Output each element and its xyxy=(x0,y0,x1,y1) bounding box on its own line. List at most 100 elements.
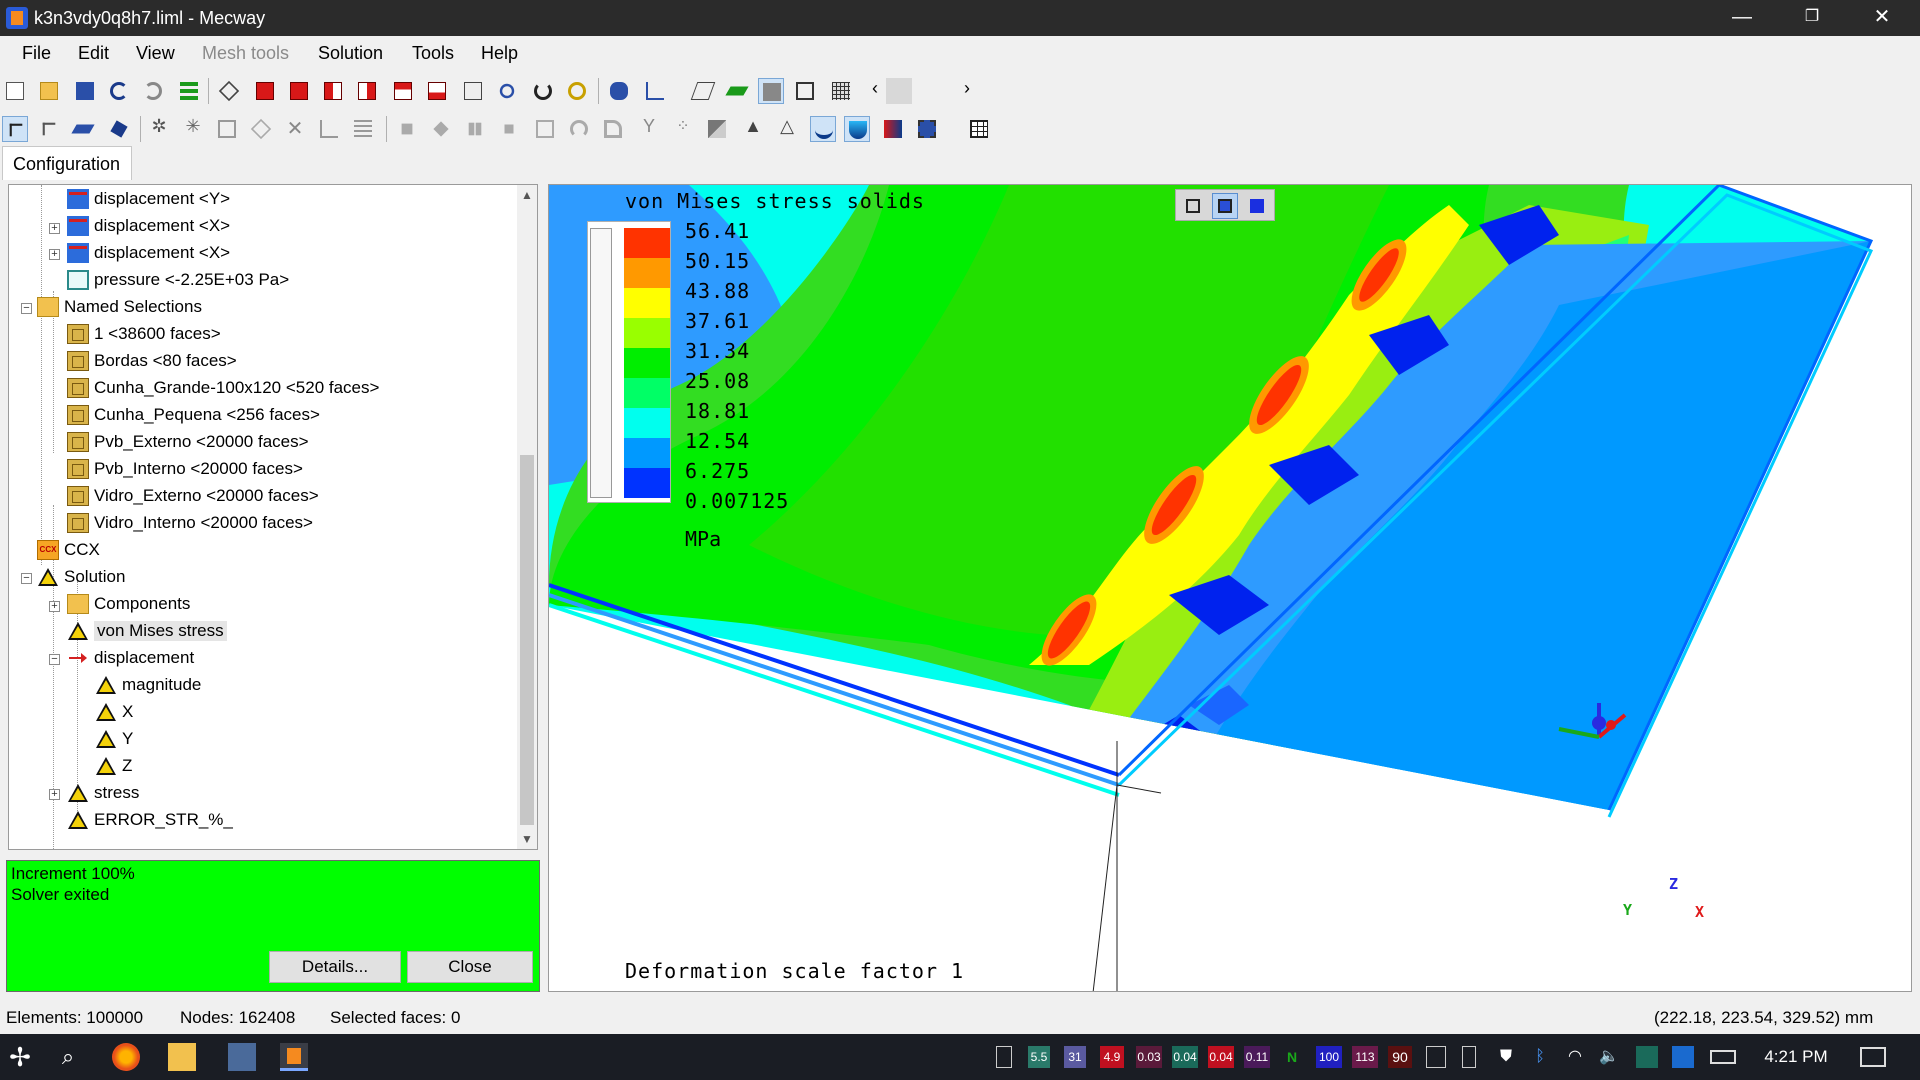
download-icon[interactable] xyxy=(1672,1046,1694,1068)
open-folder-icon[interactable] xyxy=(36,78,62,104)
tree-item-displacement-y[interactable]: displacement <Y> xyxy=(67,188,230,210)
tree-item-y[interactable]: Y xyxy=(95,728,133,750)
tree-item-bordas[interactable]: Bordas <80 faces> xyxy=(67,350,237,372)
shaded-edges-cube-icon[interactable] xyxy=(1212,193,1238,219)
scroll-up-icon[interactable]: ▲ xyxy=(517,185,537,205)
triangle-mesh-icon[interactable]: ▲ xyxy=(740,116,766,142)
tree-item-pvb-interno[interactable]: Pvb_Interno <20000 faces> xyxy=(67,458,303,480)
red-cube-top-icon[interactable] xyxy=(390,78,416,104)
firefox-icon[interactable] xyxy=(112,1043,140,1071)
tree-item-error-str[interactable]: ERROR_STR_%_ xyxy=(67,809,233,831)
menu-solution[interactable]: Solution xyxy=(318,43,383,64)
menu-help[interactable]: Help xyxy=(481,43,518,64)
tray-badge[interactable]: 0.04 xyxy=(1208,1046,1234,1068)
menu-view[interactable]: View xyxy=(136,43,175,64)
menu-file[interactable]: File xyxy=(22,43,51,64)
scroll-down-icon[interactable]: ▼ xyxy=(517,829,537,849)
mirror-icon[interactable] xyxy=(462,116,488,142)
tree-item-von-mises-stress[interactable]: von Mises stress xyxy=(67,620,227,642)
network-arrow-icon[interactable] xyxy=(1636,1046,1658,1068)
axes-dropdown-icon[interactable] xyxy=(642,78,668,104)
tray-badge[interactable]: 0.11 xyxy=(1244,1046,1270,1068)
start-icon[interactable]: ✢ xyxy=(6,1043,34,1071)
node-star-outline-icon[interactable]: ✳ xyxy=(180,116,206,142)
sweep-icon[interactable] xyxy=(350,116,376,142)
outline-cube-icon[interactable] xyxy=(792,78,818,104)
legend-slider-track[interactable] xyxy=(590,228,612,498)
expand-toggle[interactable]: + xyxy=(49,223,60,234)
layers-icon[interactable] xyxy=(176,78,202,104)
menu-edit[interactable]: Edit xyxy=(78,43,109,64)
node-star-icon[interactable]: ✲ xyxy=(146,116,172,142)
3d-viewport[interactable]: von Mises stress solids 56.41 50.15 43.8… xyxy=(548,184,1912,992)
select-node-icon[interactable] xyxy=(36,116,62,142)
zoom-icon[interactable] xyxy=(494,78,520,104)
collapse-toggle[interactable]: − xyxy=(49,654,60,665)
contour-bowl-icon[interactable] xyxy=(810,116,836,142)
tree-item-ccx[interactable]: CCX CCX xyxy=(37,539,100,561)
tree-item-displacement-x[interactable]: displacement <X> xyxy=(67,215,230,237)
close-window-button[interactable]: ✕ xyxy=(1852,0,1912,36)
select-face-icon[interactable] xyxy=(106,116,132,142)
battery-icon[interactable] xyxy=(1710,1050,1736,1064)
select-pointer-icon[interactable] xyxy=(2,116,28,142)
red-cube-left-icon[interactable] xyxy=(320,78,346,104)
bend-icon[interactable] xyxy=(600,116,626,142)
clip-plane-icon[interactable] xyxy=(690,78,716,104)
file-explorer-icon[interactable] xyxy=(168,1043,196,1071)
bluetooth-icon[interactable]: ᛒ xyxy=(1532,1046,1548,1068)
tray-badge[interactable]: 0.03 xyxy=(1136,1046,1162,1068)
collapse-toggle[interactable]: − xyxy=(21,573,32,584)
menu-mesh-tools[interactable]: Mesh tools xyxy=(202,43,289,64)
expand-toggle[interactable]: + xyxy=(49,789,60,800)
scale-icon[interactable] xyxy=(496,116,522,142)
tray-badge[interactable]: 0.04 xyxy=(1172,1046,1198,1068)
zoom-box-icon[interactable] xyxy=(460,78,486,104)
render-mode-icon[interactable] xyxy=(606,78,632,104)
tab-configuration[interactable]: Configuration xyxy=(2,146,132,180)
split-icon[interactable]: Y xyxy=(636,116,662,142)
tree-item-vidro-interno[interactable]: Vidro_Interno <20000 faces> xyxy=(67,512,313,534)
scroll-left-icon[interactable]: ‹ xyxy=(862,78,888,104)
usb-icon[interactable] xyxy=(1462,1046,1476,1068)
revolve-icon[interactable] xyxy=(566,116,592,142)
animation-icon[interactable] xyxy=(880,116,906,142)
select-edge-icon[interactable] xyxy=(70,116,96,142)
undo-icon[interactable] xyxy=(106,78,132,104)
taskbar-clock[interactable]: 4:21 PM xyxy=(1756,1046,1836,1068)
new-file-icon[interactable] xyxy=(2,78,28,104)
restore-button[interactable]: ❐ xyxy=(1782,0,1842,36)
zoom-fit-icon[interactable] xyxy=(564,78,590,104)
redo-icon[interactable] xyxy=(140,78,166,104)
tree-item-displacement-x-2[interactable]: displacement <X> xyxy=(67,242,230,264)
tree-item-x[interactable]: X xyxy=(95,701,133,723)
refine-icon[interactable] xyxy=(704,116,730,142)
table-icon[interactable] xyxy=(966,116,992,142)
tree-item-magnitude[interactable]: magnitude xyxy=(95,674,201,696)
mesh-cube-icon[interactable] xyxy=(828,78,854,104)
tree-item-solution[interactable]: Solution xyxy=(37,566,125,588)
tree-scrollbar[interactable]: ▲ ▼ xyxy=(517,185,537,849)
tray-badge[interactable]: N xyxy=(1282,1046,1302,1068)
tree-item-pressure[interactable]: pressure <-2.25E+03 Pa> xyxy=(67,269,289,291)
network-monitor-icon[interactable] xyxy=(1426,1046,1446,1068)
movie-icon[interactable] xyxy=(914,116,940,142)
box-icon[interactable] xyxy=(532,116,558,142)
wireframe-cube-icon[interactable] xyxy=(216,78,242,104)
collapse-toggle[interactable]: − xyxy=(21,303,32,314)
save-icon[interactable] xyxy=(72,78,98,104)
tray-badge[interactable]: 100 xyxy=(1316,1046,1342,1068)
wifi-icon[interactable]: ◠ xyxy=(1564,1046,1586,1068)
mecway-taskbar-icon[interactable] xyxy=(280,1043,308,1071)
square-icon[interactable] xyxy=(214,116,240,142)
triangle-outline-icon[interactable]: △ xyxy=(774,116,800,142)
red-cube-right-icon[interactable] xyxy=(354,78,380,104)
shaded-cube-icon[interactable] xyxy=(758,78,784,104)
tree-item-components[interactable]: Components xyxy=(67,593,190,615)
tree-item-stress[interactable]: stress xyxy=(67,782,139,804)
close-button[interactable]: Close xyxy=(407,951,533,983)
red-cube-bottom-icon[interactable] xyxy=(424,78,450,104)
surface-plane-icon[interactable] xyxy=(724,78,750,104)
tree-item-selection-1[interactable]: 1 <38600 faces> xyxy=(67,323,221,345)
rotate-icon[interactable] xyxy=(530,78,556,104)
